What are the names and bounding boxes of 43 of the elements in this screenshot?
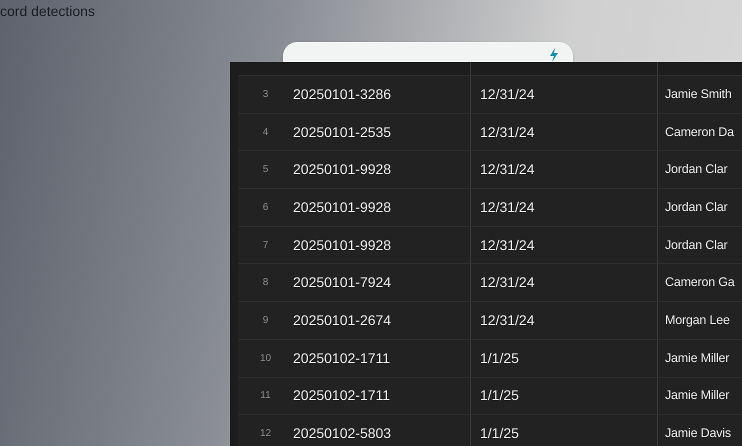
row-number: 10 [260,352,272,366]
table-cell-text: 20250102-1711 [293,386,390,406]
table-cell-text: 1/1/25 [480,424,519,444]
table-cell-text: 1/1/25 [480,348,519,368]
table-cell-text: 20250101-2674 [293,310,392,330]
table-cell-text: 12/31/24 [480,122,534,142]
table-cell-text: 20250101-9928 [293,198,392,217]
table-cell-text: Cameron Da [665,124,734,141]
table-cell-text: 1/1/25 [480,386,519,406]
table-cell-text: Jordan Clar [665,199,728,216]
table-cell-text: 20250101-2535 [293,122,392,142]
row-number: 4 [262,126,268,140]
table-cell-text: 12/31/24 [480,310,534,330]
table-cell-text: 20250101-3286 [293,84,392,104]
table-cell-text: Morgan Lee [665,312,730,330]
table-cell-text: Jordan Clar [665,236,728,254]
table-cell-text: Jamie Davis [665,425,731,442]
row-number: 5 [262,163,268,178]
table-cell-text: 20250101-9928 [293,236,392,255]
row-number: 12 [260,427,272,442]
table-cell-text: 20250101-7924 [293,273,392,292]
table-cell-text: 20250102-1711 [293,348,390,368]
table-cell-text: 20250101-9928 [293,160,392,180]
lightning-icon [549,48,559,62]
frequency-pill[interactable] [283,42,573,62]
table-cell-text: 12/31/24 [480,160,534,180]
row-number: 8 [262,276,268,290]
table-cell-text: 12/31/24 [480,198,534,217]
table-cell-text: Jordan Clar [665,161,728,178]
table-cell-text: Jamie Smith [665,86,732,103]
page-title: cord detections [0,2,95,21]
table-cell-text: 20250102-5803 [293,424,392,444]
table-cell-text: Jamie Miller [665,387,730,404]
row-number: 3 [262,88,268,102]
row-number: 7 [262,238,268,253]
table-cell-text: 12/31/24 [480,84,534,104]
row-number: 11 [260,389,271,404]
row-number: 9 [262,314,268,328]
table-cell-text: Jamie Miller [665,350,730,367]
row-number: 6 [262,200,268,215]
table-cell-text: Cameron Ga [665,274,735,292]
table-cell-text: 12/31/24 [480,236,534,255]
table-cell-text: 12/31/24 [480,273,534,292]
